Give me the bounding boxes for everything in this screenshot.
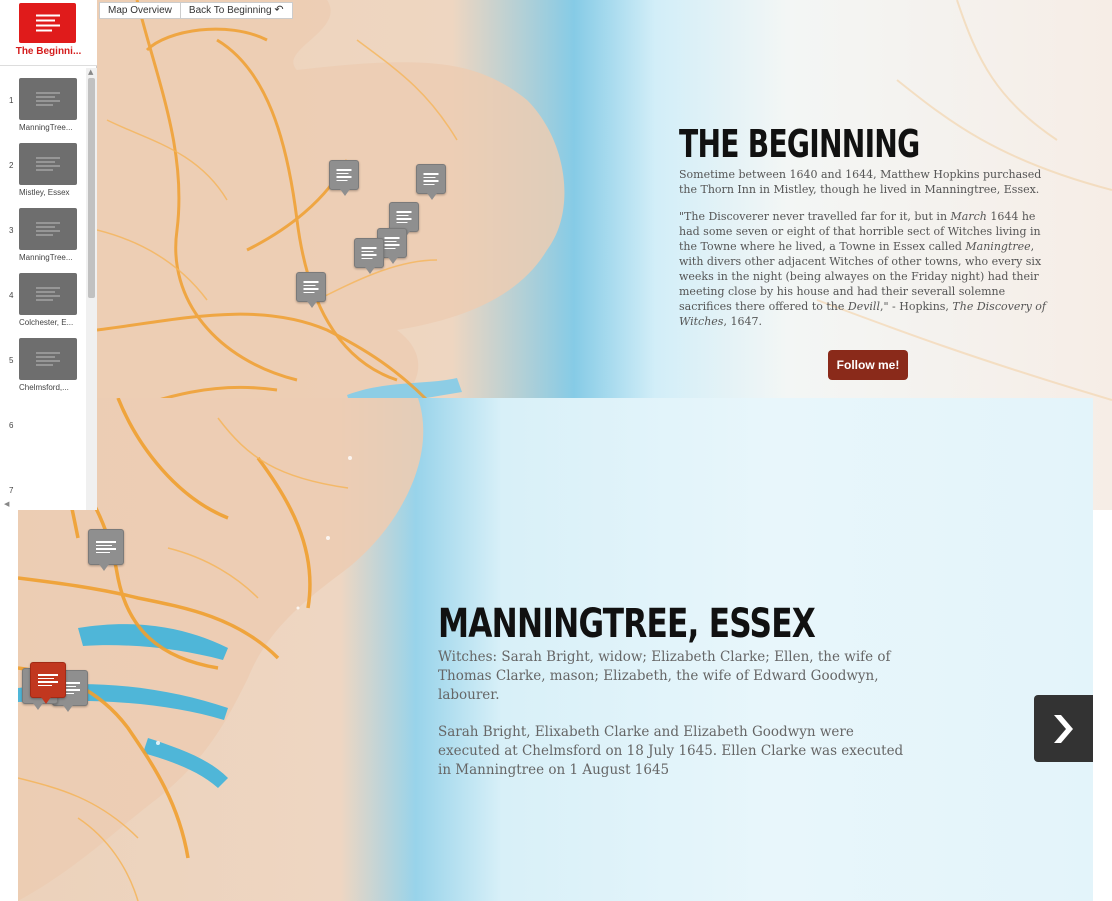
cover-thumbnail[interactable] <box>19 3 76 43</box>
slide-item-4[interactable]: 4 Colchester, E... <box>0 263 86 328</box>
back-to-beginning-label: Back To Beginning <box>188 5 272 16</box>
text-lines-icon <box>36 285 60 304</box>
beginning-title: THE BEGINNING <box>679 122 920 166</box>
slide-label: Colchester, E... <box>19 318 74 327</box>
map-pin-manningtree-active[interactable] <box>30 662 66 704</box>
map-pin-chelmsford[interactable] <box>296 272 326 308</box>
chevron-right-icon <box>1054 715 1073 743</box>
text-lines-icon <box>36 220 60 239</box>
text-lines-icon <box>35 12 60 35</box>
slide-number: 1 <box>9 96 14 105</box>
manningtree-panel: MANNINGTREE, ESSEX Witches: Sarah Bright… <box>438 600 908 798</box>
pin-lines-icon <box>423 171 439 187</box>
slide-label: Chelmsford,... <box>19 383 69 392</box>
pin-lines-icon <box>336 167 352 183</box>
quote-italic: March <box>950 210 987 223</box>
manningtree-witches: Witches: Sarah Bright, widow; Elizabeth … <box>438 649 891 703</box>
scroll-left-arrow-icon[interactable]: ◀ <box>4 500 9 508</box>
quote-italic: Maningtree <box>965 240 1031 253</box>
slide-item-2[interactable]: 2 Mistley, Essex <box>0 133 86 198</box>
scroll-up-arrow-icon[interactable]: ▲ <box>88 68 93 76</box>
slide-item-5[interactable]: 5 Chelmsford,... <box>0 328 86 393</box>
map-pin-colchester[interactable] <box>416 164 446 200</box>
slide-item-3[interactable]: 3 ManningTree... <box>0 198 86 263</box>
text-lines-icon <box>36 350 60 369</box>
map-pin-mistley[interactable] <box>329 160 359 196</box>
pin-lines-icon <box>38 672 58 688</box>
cover-slide[interactable]: The Beginni... <box>0 0 97 66</box>
beginning-quote: "The Discoverer never travelled far for … <box>679 209 1057 329</box>
map-pin-bottom-north[interactable] <box>88 529 124 571</box>
pin-lines-icon <box>396 209 412 225</box>
map-overview-button[interactable]: Map Overview <box>99 2 181 19</box>
slide-label: ManningTree... <box>19 123 73 132</box>
scrollbar-thumb[interactable] <box>88 78 95 298</box>
slide-thumbnail[interactable] <box>19 338 77 380</box>
slide-number: 4 <box>9 291 14 300</box>
slide-thumbnail[interactable] <box>19 273 77 315</box>
manningtree-executions: Sarah Bright, Elixabeth Clarke and Eliza… <box>438 724 904 778</box>
slide-thumbnail[interactable] <box>19 143 77 185</box>
slide-label: Mistley, Essex <box>19 188 70 197</box>
storyboard-sidebar: The Beginni... 1 ManningTree... 2 Mistle… <box>0 0 97 510</box>
slide-number: 5 <box>9 356 14 365</box>
quote-part: ," - Hopkins, <box>879 300 953 313</box>
slide-list[interactable]: 1 ManningTree... 2 Mistley, Essex 3 Mann… <box>0 68 86 510</box>
slide-item-7[interactable]: 7 <box>0 458 86 510</box>
text-lines-icon <box>36 155 60 174</box>
pin-lines-icon <box>384 235 400 251</box>
pin-lines-icon <box>361 245 377 261</box>
slide-item-1[interactable]: 1 ManningTree... <box>0 68 86 133</box>
slide-number: 3 <box>9 226 14 235</box>
follow-me-button[interactable]: Follow me! <box>828 350 908 380</box>
slide-thumbnail[interactable] <box>19 208 77 250</box>
slide-number: 2 <box>9 161 14 170</box>
quote-part: "The Discoverer never travelled far for … <box>679 210 951 223</box>
manningtree-title: MANNINGTREE, ESSEX <box>438 601 816 647</box>
map-pin-manningtree-c[interactable] <box>354 238 384 274</box>
map-overview-label: Map Overview <box>108 5 172 16</box>
text-lines-icon <box>36 90 60 109</box>
beginning-panel: THE BEGINNING Sometime between 1640 and … <box>679 121 1057 341</box>
slide-list-scrollbar[interactable]: ▲ <box>86 68 97 510</box>
next-slide-button[interactable] <box>1034 695 1093 762</box>
back-to-beginning-button[interactable]: Back To Beginning ↶ <box>179 2 293 19</box>
undo-arrow-icon: ↶ <box>274 4 284 16</box>
map-nav: Map Overview Back To Beginning ↶ <box>99 2 293 19</box>
slide-item-6[interactable]: 6 <box>0 393 86 458</box>
slide-number: 6 <box>9 421 14 430</box>
pin-lines-icon <box>96 539 116 555</box>
cover-label: The Beginni... <box>15 46 82 57</box>
slide-thumbnail[interactable] <box>19 78 77 120</box>
slide-number: 7 <box>9 486 14 495</box>
pin-lines-icon <box>303 279 319 295</box>
quote-part: , 1647. <box>723 315 762 328</box>
slide-label: ManningTree... <box>19 253 73 262</box>
beginning-intro: Sometime between 1640 and 1644, Matthew … <box>679 168 1042 196</box>
quote-italic: Devill <box>847 300 880 313</box>
